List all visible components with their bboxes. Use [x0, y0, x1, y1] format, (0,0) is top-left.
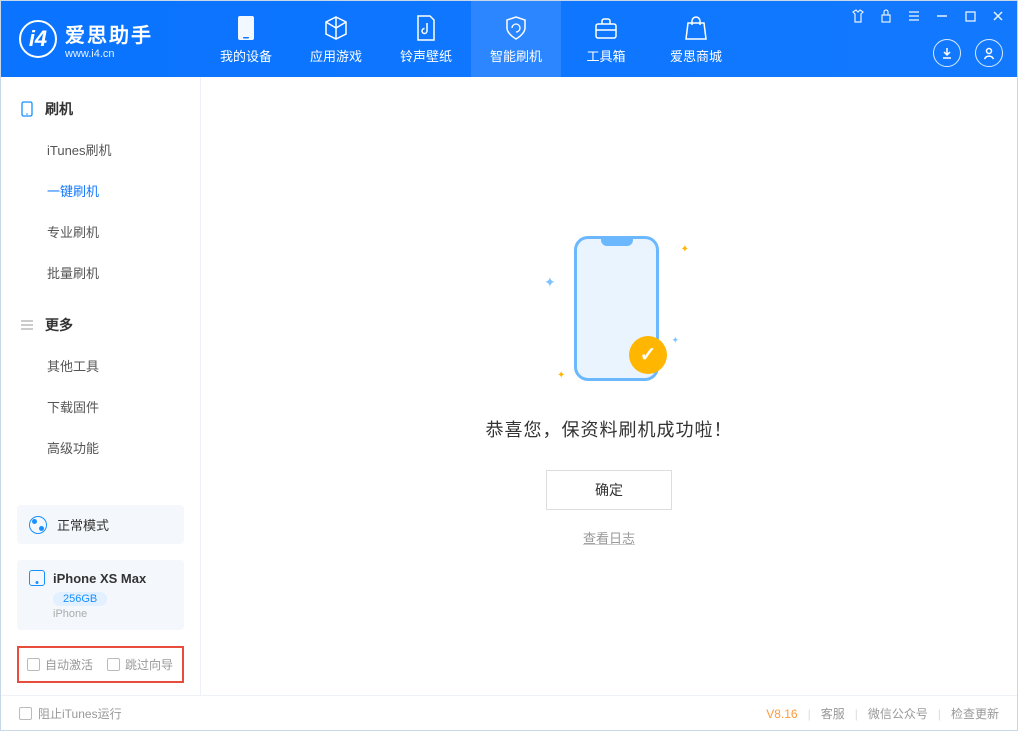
sidebar-section-more: 更多: [1, 305, 200, 345]
menu-icon[interactable]: [905, 7, 923, 25]
title-bar: i4 爱思助手 www.i4.cn 我的设备 应用游戏 铃声壁纸 智能刷机 工具…: [1, 1, 1017, 77]
sidebar-section-flash: 刷机: [1, 89, 200, 129]
nav-toolbox[interactable]: 工具箱: [561, 1, 651, 77]
list-icon: [19, 317, 35, 333]
check-badge-icon: ✓: [629, 336, 667, 374]
checkbox-icon: [107, 658, 120, 671]
sidebar-item-oneclick-flash[interactable]: 一键刷机: [1, 170, 200, 211]
nav-apps-games[interactable]: 应用游戏: [291, 1, 381, 77]
checkbox-icon: [19, 707, 32, 720]
view-log-link[interactable]: 查看日志: [583, 528, 635, 547]
status-bar: 阻止iTunes运行 V8.16 | 客服 | 微信公众号 | 检查更新: [1, 695, 1017, 731]
sparkle-icon: ✦: [544, 274, 556, 291]
device-name: iPhone XS Max: [53, 571, 146, 586]
app-logo: i4 爱思助手 www.i4.cn: [1, 19, 201, 60]
sidebar-item-other-tools[interactable]: 其他工具: [1, 345, 200, 386]
sparkle-icon: ✦: [671, 335, 679, 346]
checkbox-auto-activate[interactable]: 自动激活: [27, 656, 93, 673]
tshirt-icon[interactable]: [849, 7, 867, 25]
sidebar-item-download-firmware[interactable]: 下载固件: [1, 386, 200, 427]
device-type: iPhone: [53, 608, 172, 620]
mode-icon: [29, 516, 47, 534]
check-update-link[interactable]: 检查更新: [951, 705, 999, 722]
window-controls: [849, 7, 1007, 25]
bag-icon: [682, 14, 710, 42]
sidebar-item-itunes-flash[interactable]: iTunes刷机: [1, 129, 200, 170]
sidebar: 刷机 iTunes刷机 一键刷机 专业刷机 批量刷机 更多 其他工具 下载固件 …: [1, 77, 201, 695]
device-phone-icon: [29, 570, 45, 586]
nav-smart-flash[interactable]: 智能刷机: [471, 1, 561, 77]
main-nav: 我的设备 应用游戏 铃声壁纸 智能刷机 工具箱 爱思商城: [201, 1, 741, 77]
version-label: V8.16: [766, 707, 797, 721]
cube-icon: [322, 14, 350, 42]
shield-refresh-icon: [502, 14, 530, 42]
toolbox-icon: [592, 14, 620, 42]
app-url: www.i4.cn: [65, 48, 153, 60]
maximize-button[interactable]: [961, 7, 979, 25]
sparkle-icon: ✦: [681, 244, 689, 255]
user-button[interactable]: [975, 39, 1003, 67]
storage-badge: 256GB: [53, 592, 107, 606]
nav-my-device[interactable]: 我的设备: [201, 1, 291, 77]
sidebar-item-pro-flash[interactable]: 专业刷机: [1, 211, 200, 252]
device-card[interactable]: iPhone XS Max 256GB iPhone: [17, 560, 184, 630]
phone-icon: [19, 101, 35, 117]
wechat-link[interactable]: 微信公众号: [868, 705, 928, 722]
download-button[interactable]: [933, 39, 961, 67]
sparkle-icon: ✦: [557, 370, 565, 381]
sidebar-item-advanced[interactable]: 高级功能: [1, 427, 200, 468]
support-link[interactable]: 客服: [821, 705, 845, 722]
minimize-button[interactable]: [933, 7, 951, 25]
mode-label: 正常模式: [57, 515, 109, 534]
options-highlighted-box: 自动激活 跳过向导: [17, 646, 184, 683]
success-message: 恭喜您，保资料刷机成功啦！: [486, 416, 733, 442]
sidebar-item-batch-flash[interactable]: 批量刷机: [1, 252, 200, 293]
ok-button[interactable]: 确定: [546, 470, 672, 510]
checkbox-icon: [27, 658, 40, 671]
music-file-icon: [412, 14, 440, 42]
lock-icon[interactable]: [877, 7, 895, 25]
nav-store[interactable]: 爱思商城: [651, 1, 741, 77]
nav-ringtones[interactable]: 铃声壁纸: [381, 1, 471, 77]
success-illustration: ✦ ✦ ✦ ✦ ✓: [509, 226, 709, 396]
logo-icon: i4: [19, 20, 57, 58]
main-content: ✦ ✦ ✦ ✦ ✓ 恭喜您，保资料刷机成功啦！ 确定 查看日志: [201, 77, 1017, 695]
checkbox-skip-guide[interactable]: 跳过向导: [107, 656, 173, 673]
app-name: 爱思助手: [65, 19, 153, 48]
close-button[interactable]: [989, 7, 1007, 25]
device-icon: [232, 14, 260, 42]
checkbox-stop-itunes[interactable]: 阻止iTunes运行: [19, 705, 122, 722]
mode-card[interactable]: 正常模式: [17, 505, 184, 544]
